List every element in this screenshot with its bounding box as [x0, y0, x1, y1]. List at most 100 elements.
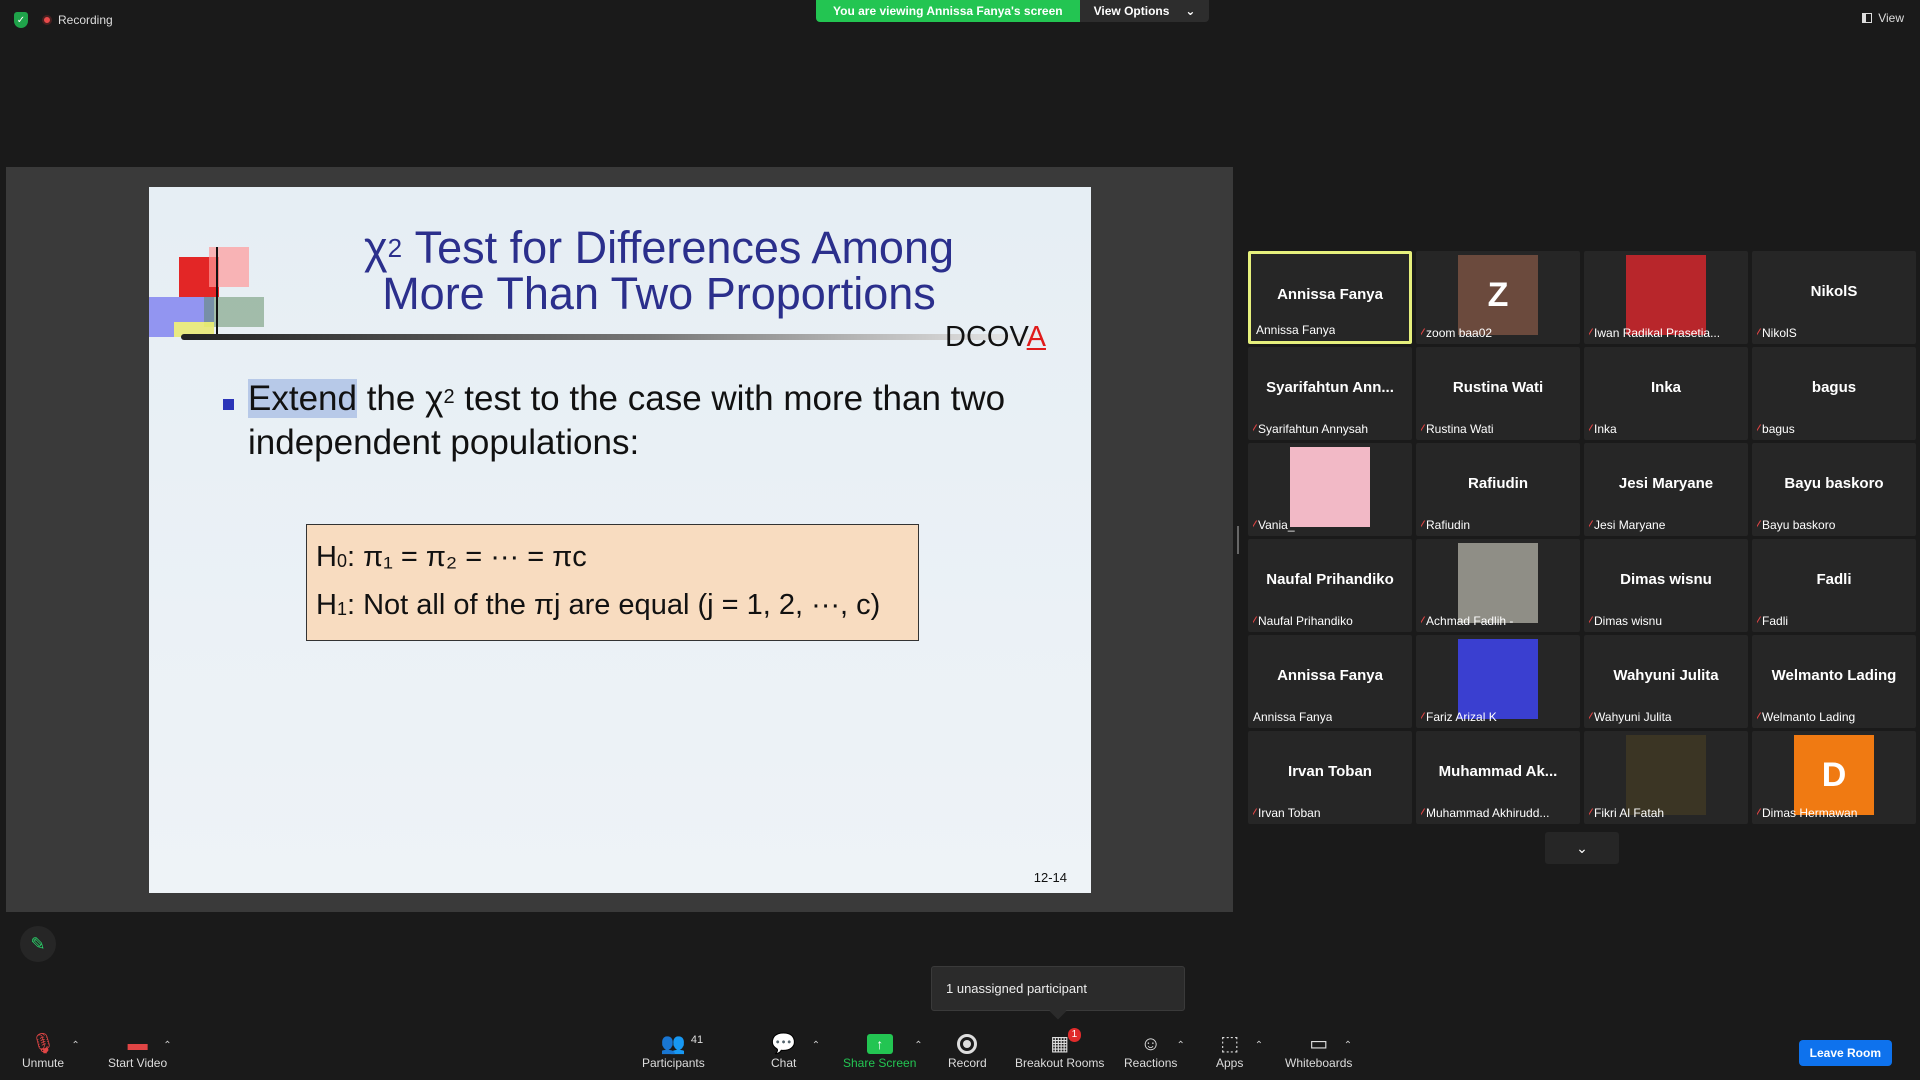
- participant-tile[interactable]: ⁄ Vania_: [1248, 443, 1412, 536]
- caret-up-icon[interactable]: ⌃: [914, 1034, 922, 1058]
- share-screen-icon: ↑: [866, 1034, 893, 1054]
- share-screen-button[interactable]: ↑ ⌃ Share Screen: [843, 1032, 923, 1070]
- participant-tile[interactable]: ⁄ Fariz Arizal K: [1416, 635, 1580, 728]
- leave-room-button[interactable]: Leave Room: [1798, 1040, 1892, 1066]
- apps-icon: ⬚ ⌃: [1220, 1032, 1263, 1056]
- chat-button[interactable]: 💬 ⌃ Chat: [771, 1032, 820, 1070]
- participant-display-name: Syarifahtun Ann...: [1266, 379, 1394, 396]
- participant-tile[interactable]: NikolS ⁄ NikolS: [1752, 251, 1916, 344]
- viewing-banner: You are viewing Annissa Fanya's screen V…: [816, 0, 1210, 22]
- view-layout-icon: [1862, 13, 1873, 23]
- mic-muted-icon: ⁄: [1253, 614, 1256, 628]
- participant-tile[interactable]: Naufal Prihandiko ⁄ Naufal Prihandiko: [1248, 539, 1412, 632]
- participant-tile[interactable]: D ⁄ Dimas Hermawan: [1752, 731, 1916, 824]
- participant-display-name: Dimas wisnu: [1620, 571, 1712, 588]
- caret-up-icon[interactable]: ⌃: [1344, 1034, 1352, 1058]
- participant-tile[interactable]: Z ⁄ zoom baa02: [1416, 251, 1580, 344]
- participant-name: Annissa Fanya: [1253, 710, 1333, 724]
- caret-up-icon[interactable]: ⌃: [1255, 1034, 1263, 1058]
- participant-name: bagus: [1762, 422, 1795, 436]
- h1-sub: 1: [336, 599, 347, 619]
- mic-muted-icon: ⁄: [1421, 710, 1424, 724]
- breakout-rooms-button[interactable]: ▦ 1 Breakout Rooms: [1015, 1028, 1104, 1070]
- participants-button[interactable]: 👥 41 Participants: [642, 1032, 705, 1070]
- whiteboards-button[interactable]: ▭ ⌃ Whiteboards: [1285, 1032, 1352, 1070]
- participant-display-name: Rafiudin: [1468, 475, 1528, 492]
- participant-name: Iwan Radikal Prasetia...: [1594, 326, 1721, 340]
- participants-count: 41: [690, 1034, 704, 1046]
- participant-display-name: Wahyuni Julita: [1613, 667, 1719, 684]
- shield-icon[interactable]: ✓: [14, 12, 28, 28]
- participant-tile[interactable]: Annissa Fanya Annissa Fanya: [1248, 635, 1412, 728]
- participant-tile[interactable]: Muhammad Ak... ⁄ Muhammad Akhirudd...: [1416, 731, 1580, 824]
- record-button[interactable]: Record: [948, 1032, 987, 1070]
- participant-name-label: Annissa Fanya: [1253, 710, 1332, 724]
- caret-up-icon[interactable]: ⌃: [1177, 1034, 1185, 1058]
- participant-tile[interactable]: Bayu baskoro ⁄ Bayu baskoro: [1752, 443, 1916, 536]
- participant-name-label: ⁄ Rustina Wati: [1421, 422, 1494, 436]
- dcova-label: DCOVA: [945, 321, 1046, 354]
- participant-name: Annissa Fanya: [1256, 323, 1336, 337]
- participant-name-label: ⁄ Bayu baskoro: [1757, 518, 1835, 532]
- mic-muted-icon: ⁄: [1757, 614, 1760, 628]
- participant-name: Inka: [1594, 422, 1617, 436]
- participant-name-label: ⁄ NikolS: [1757, 326, 1797, 340]
- mic-muted-icon: ⁄: [1589, 422, 1592, 436]
- apps-label: Apps: [1216, 1056, 1244, 1070]
- participant-tile[interactable]: Rustina Wati ⁄ Rustina Wati: [1416, 347, 1580, 440]
- participant-tile[interactable]: Dimas wisnu ⁄ Dimas wisnu: [1584, 539, 1748, 632]
- participant-tile[interactable]: Wahyuni Julita ⁄ Wahyuni Julita: [1584, 635, 1748, 728]
- participant-tile[interactable]: ⁄ Fikri Al Fatah: [1584, 731, 1748, 824]
- caret-up-icon[interactable]: ⌃: [812, 1034, 820, 1058]
- participant-tile[interactable]: ⁄ Achmad Fadlih -: [1416, 539, 1580, 632]
- h0-text: : π₁ = π₂ = ··· = πc: [346, 541, 587, 573]
- mic-muted-icon: ⁄: [1589, 518, 1592, 532]
- apps-button[interactable]: ⬚ ⌃ Apps: [1216, 1032, 1263, 1070]
- hypothesis-box: H0: π₁ = π₂ = ··· = πc H1: Not all of th…: [306, 524, 919, 641]
- panel-splitter[interactable]: [1237, 526, 1239, 554]
- annotate-pen-button[interactable]: ✎: [20, 926, 56, 962]
- participant-name: Fadli: [1762, 614, 1789, 628]
- h0-label: H: [316, 541, 337, 573]
- participant-name: Irvan Toban: [1258, 806, 1321, 820]
- caret-up-icon[interactable]: ⌃: [163, 1034, 171, 1058]
- participant-name-label: ⁄ bagus: [1757, 422, 1795, 436]
- participant-name: Jesi Maryane: [1594, 518, 1666, 532]
- mic-muted-icon: ⁄: [1757, 422, 1760, 436]
- participant-tile[interactable]: Jesi Maryane ⁄ Jesi Maryane: [1584, 443, 1748, 536]
- recording-label: Recording: [58, 13, 113, 27]
- participant-gallery: Annissa Fanya Annissa Fanya Z ⁄ zoom baa02 ⁄ I…: [1248, 251, 1916, 824]
- view-options-button[interactable]: View Options ⌄: [1079, 0, 1210, 22]
- participant-tile[interactable]: ⁄ Iwan Radikal Prasetia...: [1584, 251, 1748, 344]
- participant-tile[interactable]: Annissa Fanya Annissa Fanya: [1248, 251, 1412, 344]
- avatar: D: [1794, 735, 1874, 815]
- participant-tile[interactable]: Fadli ⁄ Fadli: [1752, 539, 1916, 632]
- participant-tile[interactable]: bagus ⁄ bagus: [1752, 347, 1916, 440]
- chevron-down-icon: ⌄: [1185, 4, 1196, 18]
- avatar: Z: [1458, 255, 1538, 335]
- participant-name-label: ⁄ Iwan Radikal Prasetia...: [1589, 326, 1720, 340]
- start-video-button[interactable]: ▬ ⌃ Start Video: [108, 1032, 172, 1070]
- top-status-bar: ✓ Recording: [14, 12, 113, 28]
- recording-indicator[interactable]: Recording: [42, 13, 113, 27]
- shared-screen[interactable]: χ2 Test for Differences Among More Than …: [6, 167, 1233, 912]
- unmute-button[interactable]: 🎙 ⌃ Unmute: [22, 1032, 80, 1070]
- participant-tile[interactable]: Rafiudin ⁄ Rafiudin: [1416, 443, 1580, 536]
- participant-tile[interactable]: Welmanto Lading ⁄ Welmanto Lading: [1752, 635, 1916, 728]
- slide-page-number: 12-14: [1033, 870, 1067, 885]
- participant-tile[interactable]: Syarifahtun Ann... ⁄ Syarifahtun Annysah: [1248, 347, 1412, 440]
- participant-name-label: Annissa Fanya: [1256, 323, 1335, 337]
- reactions-button[interactable]: ☺ ⌃ Reactions: [1124, 1032, 1185, 1070]
- participant-name: Fikri Al Fatah: [1594, 806, 1665, 820]
- participant-tile[interactable]: Irvan Toban ⁄ Irvan Toban: [1248, 731, 1412, 824]
- participant-tile[interactable]: Inka ⁄ Inka: [1584, 347, 1748, 440]
- view-button[interactable]: View: [1862, 11, 1904, 25]
- title-superscript: 2: [387, 233, 403, 263]
- caret-up-icon[interactable]: ⌃: [71, 1034, 79, 1058]
- participant-name: Syarifahtun Annysah: [1258, 422, 1369, 436]
- gallery-scroll-down-button[interactable]: ⌄: [1545, 832, 1619, 864]
- participant-display-name: Annissa Fanya: [1277, 286, 1383, 303]
- mic-muted-icon: ⁄: [1757, 326, 1760, 340]
- participant-name-label: ⁄ Muhammad Akhirudd...: [1421, 806, 1549, 820]
- mic-muted-icon: ⁄: [1589, 614, 1592, 628]
